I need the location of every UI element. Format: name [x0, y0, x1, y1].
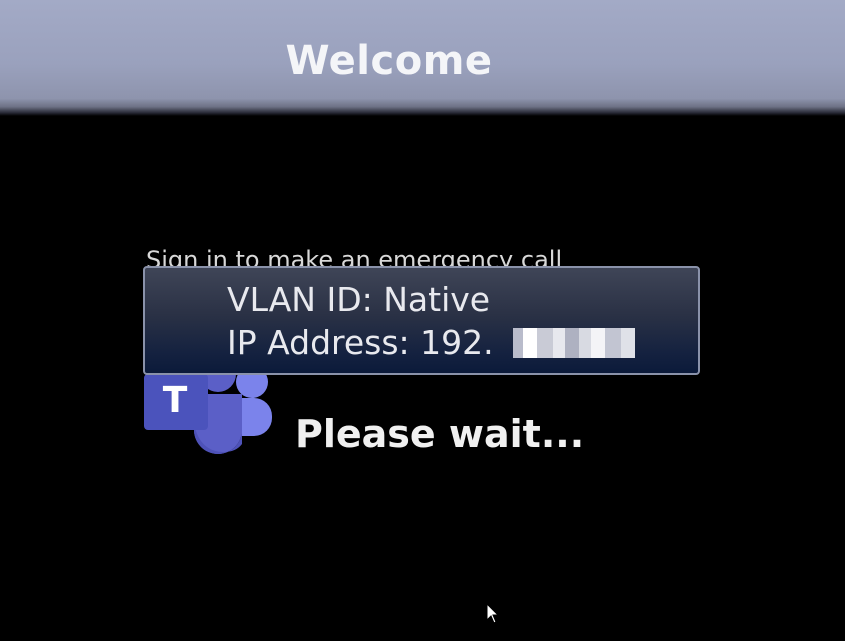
network-info-popup: VLAN ID: Native IP Address: 192. — [143, 266, 700, 375]
title-bar: Welcome — [0, 0, 845, 116]
ip-redacted-block — [513, 328, 635, 358]
mouse-cursor-icon — [486, 603, 500, 624]
vlan-id-text: VLAN ID: Native — [227, 280, 491, 319]
please-wait-text: Please wait... — [295, 412, 585, 456]
ip-address-text: IP Address: 192. — [227, 323, 494, 362]
teams-logo-icon: T — [144, 364, 272, 454]
teams-logo-letter: T — [163, 380, 188, 421]
page-title: Welcome — [285, 38, 493, 84]
